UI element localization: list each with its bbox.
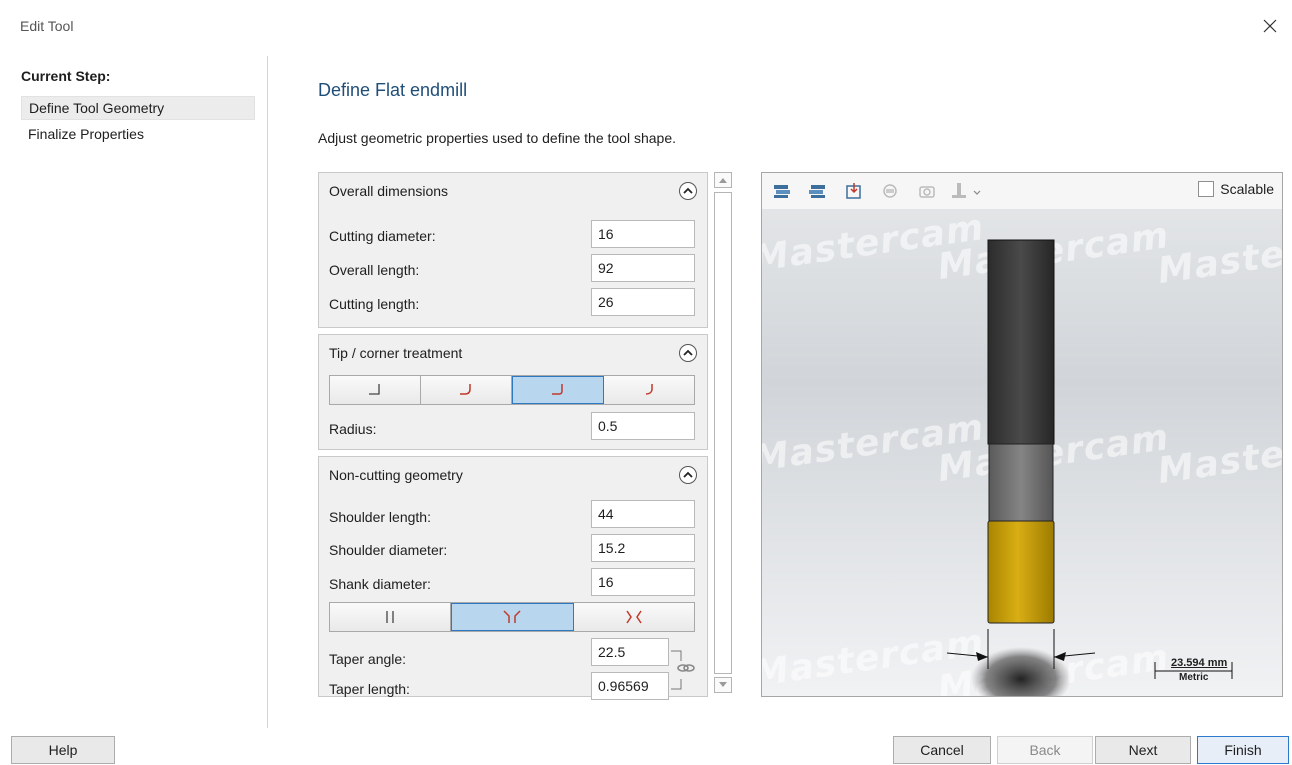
- overall-length-label: Overall length:: [329, 262, 420, 278]
- cutting-diameter-field[interactable]: [591, 220, 695, 248]
- cutting-diameter-label: Cutting diameter:: [329, 228, 436, 244]
- page-title: Define Flat endmill: [318, 80, 468, 100]
- scale-unit: Metric: [1179, 672, 1209, 683]
- chevron-up-icon: [683, 187, 693, 194]
- chevron-up-icon: [683, 471, 693, 478]
- taper-angle-field[interactable]: [591, 638, 669, 666]
- tip-corner-panel: Tip / corner treatment Radius:: [318, 334, 708, 450]
- chamfer-corner-icon: [645, 384, 653, 395]
- close-icon: [1263, 19, 1277, 33]
- holder-icon: [883, 184, 897, 198]
- scroll-thumb[interactable]: [714, 192, 732, 674]
- overall-dimensions-heading: Overall dimensions: [329, 183, 449, 199]
- shoulder-diameter-field[interactable]: [591, 534, 695, 562]
- camera-icon: [919, 186, 935, 198]
- scroll-down-button[interactable]: [714, 677, 732, 693]
- step-sidebar: Current Step: Define Tool Geometry Final…: [0, 56, 268, 728]
- radius-label: Radius:: [329, 421, 377, 437]
- scalable-checkbox[interactable]: [1198, 181, 1215, 197]
- camera-button[interactable]: [917, 181, 937, 201]
- window-title: Edit Tool: [20, 18, 74, 34]
- taper-length-field[interactable]: [591, 672, 669, 700]
- shank-necked-option[interactable]: [573, 603, 694, 631]
- sidebar-item-define-tool-geometry[interactable]: Define Tool Geometry: [21, 96, 255, 120]
- taper-angle-label: Taper angle:: [329, 651, 407, 667]
- holder-button[interactable]: [880, 181, 900, 201]
- scalable-checkbox-group[interactable]: Scalable: [1198, 181, 1274, 197]
- tool-display-icon: [952, 183, 981, 198]
- straight-shank-icon: [386, 611, 394, 623]
- page-subtitle: Adjust geometric properties used to defi…: [318, 130, 676, 146]
- scale-value: 23.594 mm: [1171, 657, 1228, 669]
- collapse-non-cutting-button[interactable]: [679, 466, 697, 484]
- tool-shank: [987, 239, 1055, 445]
- import-button[interactable]: [844, 181, 864, 201]
- help-button[interactable]: Help: [11, 736, 115, 764]
- tool-flute: [987, 520, 1055, 624]
- chain-link-icon: [677, 664, 695, 672]
- close-button[interactable]: [1256, 12, 1284, 40]
- back-button[interactable]: Back: [997, 736, 1093, 764]
- corner-type-selector: [329, 375, 695, 405]
- next-button[interactable]: Next: [1095, 736, 1191, 764]
- shank-straight-option[interactable]: [330, 603, 452, 631]
- zoom-fit-button[interactable]: [772, 181, 792, 201]
- cutting-length-label: Cutting length:: [329, 296, 420, 312]
- link-toggle-button[interactable]: [676, 658, 696, 678]
- flat-corner-icon: [369, 384, 380, 395]
- non-cutting-geometry-panel: Non-cutting geometry Shoulder length: Sh…: [318, 456, 708, 700]
- corner-flat-option[interactable]: [330, 376, 421, 404]
- cancel-button[interactable]: Cancel: [893, 736, 991, 764]
- shoulder-length-field[interactable]: [591, 500, 695, 528]
- bull-nose-corner-icon: [460, 384, 471, 395]
- collapse-overall-dimensions-button[interactable]: [679, 182, 697, 200]
- non-cutting-geometry-heading: Non-cutting geometry: [329, 467, 463, 483]
- shank-diameter-label: Shank diameter:: [329, 576, 431, 592]
- import-icon: [846, 183, 861, 199]
- corner-radius-icon: [552, 384, 563, 395]
- layers-alt-icon: [809, 185, 825, 198]
- radius-field[interactable]: [591, 412, 695, 440]
- overall-dimensions-panel: Overall dimensions Cutting diameter: Ove…: [318, 172, 708, 328]
- necked-shank-icon: [626, 610, 642, 624]
- taper-length-label: Taper length:: [329, 681, 410, 697]
- zoom-window-button[interactable]: [807, 181, 827, 201]
- tool-shadow: [971, 647, 1071, 696]
- shank-type-selector: [329, 602, 695, 632]
- scroll-up-button[interactable]: [714, 172, 732, 188]
- tool-preview-pane: Scalable Mastercam Mastercam Mastercam M…: [761, 172, 1283, 697]
- layers-icon: [774, 185, 790, 198]
- shank-diameter-field[interactable]: [591, 568, 695, 596]
- finish-button[interactable]: Finish: [1197, 736, 1289, 764]
- tool-geometry-drawing: [946, 239, 1233, 696]
- chevron-up-icon: [683, 349, 693, 356]
- preview-toolbar: Scalable: [762, 173, 1282, 209]
- geometry-scrollbar[interactable]: [714, 172, 734, 697]
- cutting-length-field[interactable]: [591, 288, 695, 316]
- shank-tapered-option[interactable]: [451, 603, 574, 631]
- scroll-up-icon: [719, 178, 727, 183]
- collapse-tip-corner-button[interactable]: [679, 344, 697, 362]
- tapered-shank-icon: [503, 610, 522, 623]
- corner-radius-option[interactable]: [512, 376, 604, 404]
- sidebar-item-finalize-properties[interactable]: Finalize Properties: [21, 123, 255, 147]
- corner-chamfer-option[interactable]: [604, 376, 694, 404]
- title-bar: Edit Tool: [0, 0, 1292, 56]
- current-step-heading: Current Step:: [21, 68, 111, 84]
- overall-length-field[interactable]: [591, 254, 695, 282]
- display-options-dropdown[interactable]: [950, 181, 984, 201]
- scalable-label: Scalable: [1220, 181, 1274, 197]
- corner-bull-nose-option[interactable]: [421, 376, 512, 404]
- shoulder-length-label: Shoulder length:: [329, 509, 431, 525]
- tip-corner-heading: Tip / corner treatment: [329, 345, 463, 361]
- tool-shoulder: [988, 443, 1054, 522]
- scroll-down-icon: [719, 682, 727, 687]
- shoulder-diameter-label: Shoulder diameter:: [329, 542, 448, 558]
